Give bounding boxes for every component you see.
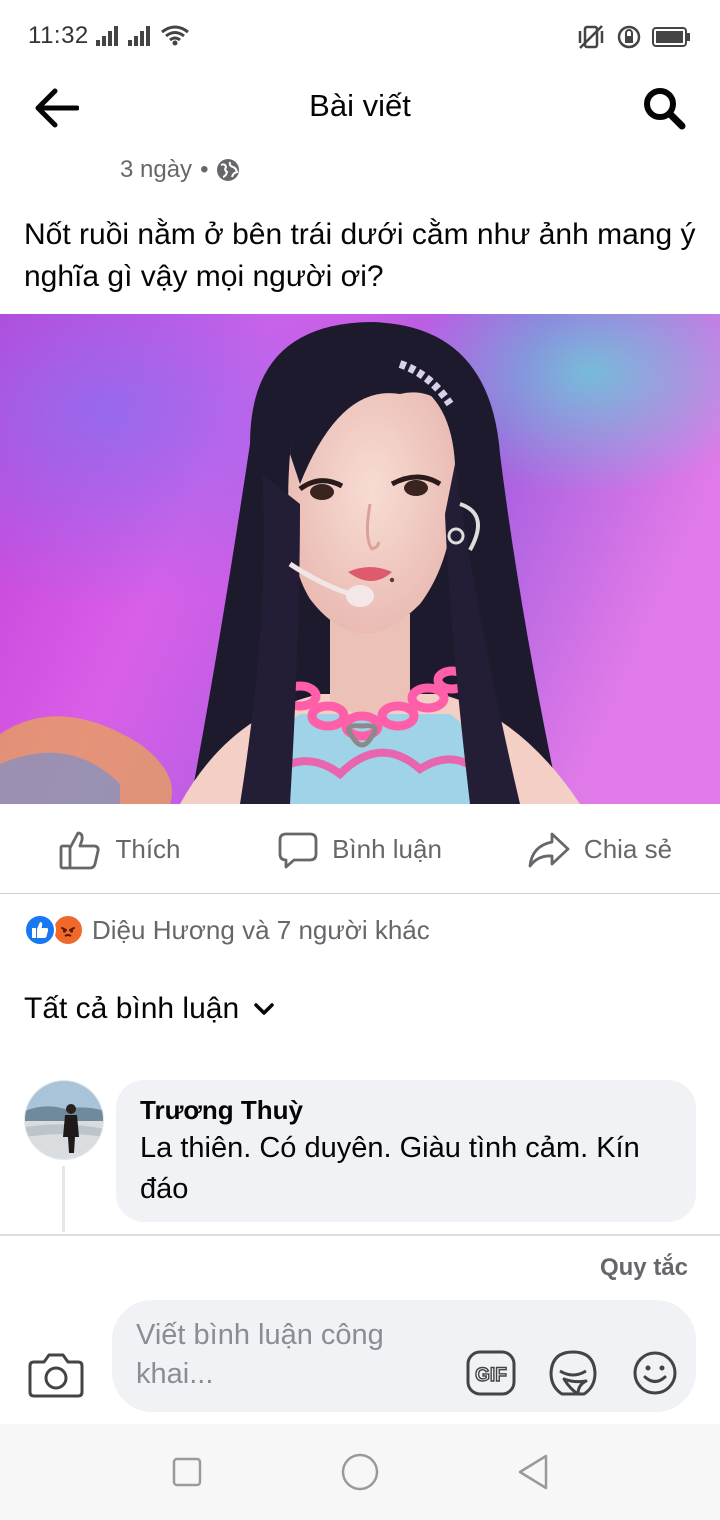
comment-bubble[interactable]: Trương Thuỳ La thiên. Có duyên. Giàu tìn…: [116, 1080, 696, 1222]
comment-button[interactable]: Bình luận: [240, 806, 480, 893]
status-time: 11:32: [28, 22, 89, 49]
reaction-summary[interactable]: Diệu Hương và 7 người khác: [24, 914, 430, 946]
system-nav-bar: [0, 1424, 720, 1520]
rules-link[interactable]: Quy tắc: [600, 1254, 688, 1282]
emoji-button[interactable]: [630, 1348, 680, 1398]
comment-composer[interactable]: Viết bình luận công khai... GIF: [112, 1300, 696, 1412]
thread-line: [62, 1166, 65, 1232]
comments-filter-label: Tất cả bình luận: [24, 992, 240, 1025]
signal-icon-2: [128, 26, 150, 46]
status-left-icons: [96, 24, 190, 46]
search-button[interactable]: [638, 82, 690, 134]
comment-input[interactable]: Viết bình luận công khai...: [136, 1316, 436, 1394]
camera-icon: [28, 1353, 84, 1398]
share-button[interactable]: Chia sẻ: [480, 806, 720, 893]
camera-button[interactable]: [28, 1350, 84, 1400]
triangle-back-icon: [519, 1454, 548, 1490]
square-icon: [172, 1457, 201, 1487]
composer-divider: [0, 1234, 720, 1236]
reaction-summary-text: Diệu Hương và 7 người khác: [92, 914, 430, 945]
comment-author[interactable]: Trương Thuỳ: [140, 1094, 672, 1126]
angry-reaction-icon: [52, 914, 84, 946]
comment-text: La thiên. Có duyên. Giàu tình cảm. Kín đ…: [140, 1132, 640, 1205]
photo-illustration: [0, 314, 720, 804]
composer-icons: GIF: [466, 1348, 680, 1398]
header: Bài viết: [0, 72, 720, 144]
home-button[interactable]: [330, 1442, 390, 1502]
comment-label: Bình luận: [332, 834, 442, 864]
like-button[interactable]: Thích: [0, 806, 240, 893]
emoji-icon: [633, 1351, 677, 1395]
post-time[interactable]: 3 ngày: [120, 156, 192, 184]
meta-separator: •: [200, 156, 209, 183]
comment-icon: [278, 832, 318, 868]
circle-icon: [341, 1453, 379, 1491]
gif-icon: GIF: [466, 1350, 516, 1396]
chevron-down-icon: [254, 1003, 274, 1015]
sticker-icon: [549, 1350, 597, 1396]
status-bar: 11:32: [0, 0, 720, 72]
like-reaction-icon: [24, 914, 56, 946]
vibrate-mute-icon: [578, 25, 604, 49]
like-label: Thích: [115, 834, 181, 864]
like-icon: [60, 831, 101, 869]
signal-icon: [96, 26, 118, 46]
svg-text:GIF: GIF: [475, 1365, 507, 1386]
search-icon: [644, 88, 686, 130]
post-actions: Thích Bình luận Chia sẻ: [0, 806, 720, 894]
sticker-button[interactable]: [548, 1348, 598, 1398]
share-label: Chia sẻ: [583, 834, 673, 864]
gif-button[interactable]: GIF: [466, 1348, 516, 1398]
system-back-button[interactable]: [503, 1442, 563, 1502]
wifi-icon: [161, 25, 189, 46]
post-meta: 3 ngày •: [120, 156, 240, 184]
share-icon: [528, 832, 570, 867]
comments-filter-dropdown[interactable]: Tất cả bình luận: [24, 992, 275, 1026]
post-photo[interactable]: [0, 314, 720, 804]
page-title: Bài viết: [309, 88, 411, 123]
battery-icon: [652, 27, 690, 47]
recents-button[interactable]: [157, 1442, 217, 1502]
status-right-icons: [576, 24, 692, 50]
rotation-lock-icon: [617, 25, 641, 49]
commenter-avatar[interactable]: [24, 1080, 104, 1160]
post-text: Nốt ruồi nằm ở bên trái dưới cằm như ảnh…: [24, 218, 696, 293]
globe-icon: [217, 159, 240, 181]
